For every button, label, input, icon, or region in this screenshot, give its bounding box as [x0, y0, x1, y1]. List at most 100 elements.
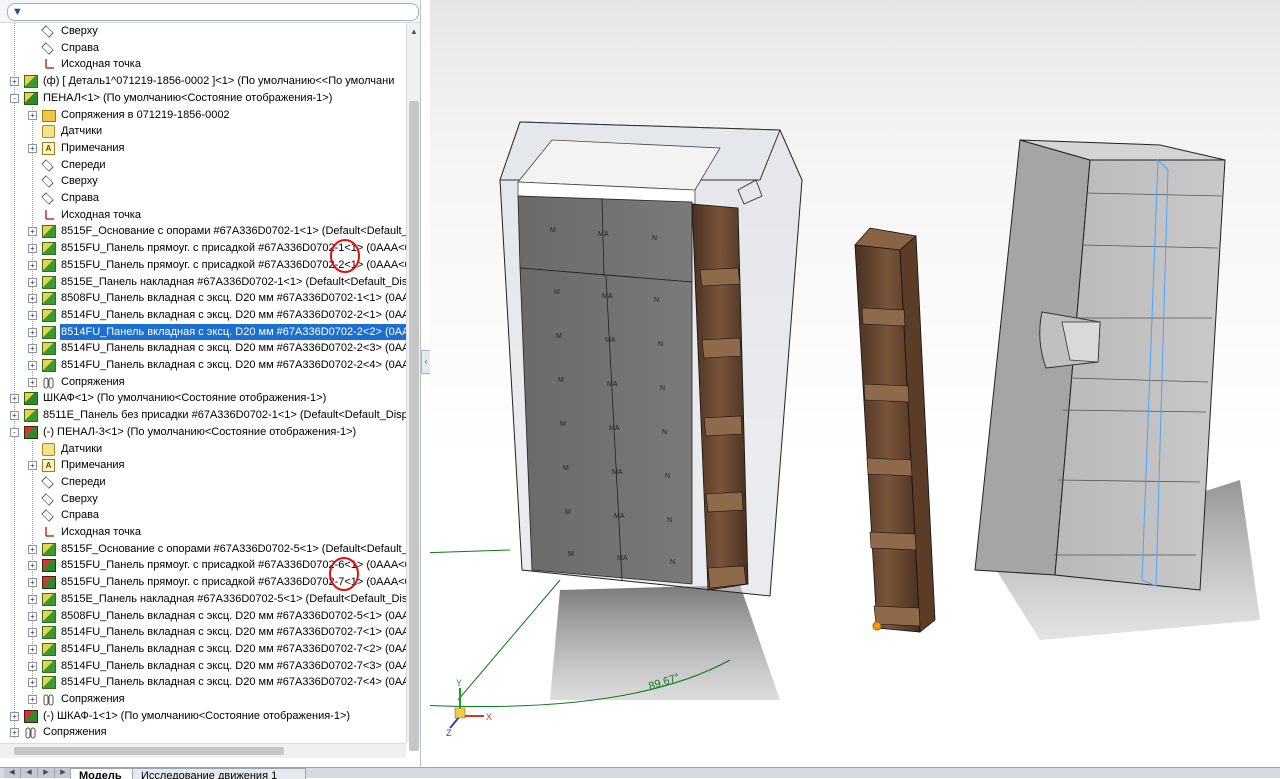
expand-icon[interactable]: +	[28, 260, 37, 270]
tree-node[interactable]: Спереди	[0, 157, 406, 174]
tree-vertical-scrollbar[interactable]: ▲	[406, 23, 420, 751]
expand-icon[interactable]: +	[28, 628, 37, 638]
tab-model[interactable]: Модель	[70, 768, 138, 779]
tree-node[interactable]: Исходная точка	[0, 207, 406, 224]
expand-icon[interactable]: +	[28, 310, 37, 320]
tree-node[interactable]: + A Примечания	[0, 140, 406, 157]
tree-node[interactable]: +8514FU_Панель вкладная с эксц. D20 мм #…	[0, 658, 406, 675]
tree-node[interactable]: + ШКАФ<1> (По умолчанию<Состояние отображ…	[0, 390, 406, 407]
expand-icon[interactable]: +	[28, 661, 37, 671]
tree-node[interactable]: +8514FU_Панель вкладная с эксц. D20 мм #…	[0, 357, 406, 374]
tree-horizontal-scrollbar[interactable]	[0, 743, 406, 758]
tree-node[interactable]: + A Примечания	[0, 457, 406, 474]
expand-icon[interactable]: +	[28, 461, 37, 471]
expand-icon[interactable]: +	[28, 277, 37, 287]
plane-icon	[41, 175, 54, 189]
tree-node[interactable]: +8515FU_Панель прямоуг. с присадкой #67A…	[0, 240, 406, 257]
tree-node[interactable]: Исходная точка	[0, 56, 406, 73]
expand-icon[interactable]: +	[10, 394, 19, 404]
shelf-column-part[interactable]	[854, 227, 936, 633]
tree-node[interactable]: +8514FU_Панель вкладная с эксц. D20 мм #…	[0, 641, 406, 658]
scroll-up-arrow-icon[interactable]: ▲	[409, 27, 419, 37]
tree-filter-input[interactable]: ▼	[7, 3, 419, 21]
tree-node[interactable]: + Сопряжения	[0, 691, 406, 708]
tree-node-label: (-) ШКАФ-1<1> (По умолчанию<Состояние от…	[43, 709, 351, 722]
tree-node[interactable]: +8515E_Панель накладная #67A336D0702-5<1…	[0, 591, 406, 608]
expand-icon[interactable]: +	[28, 611, 37, 621]
tree-node[interactable]: + Сопряжения в 071219-1856-0002	[0, 107, 406, 124]
collapse-icon[interactable]: -	[10, 93, 19, 103]
back-panel-part[interactable]	[974, 139, 1226, 591]
assembly-red-icon	[24, 425, 38, 439]
tree-node[interactable]: +8511E_Панель без присадки #67A336D0702-…	[0, 407, 406, 424]
tree-node[interactable]: Справа	[0, 40, 406, 57]
tree-node-label: Справа	[61, 41, 99, 54]
tree-node[interactable]: Справа	[0, 507, 406, 524]
tree-node[interactable]: Датчики	[0, 123, 406, 140]
tree-node[interactable]: Справа	[0, 190, 406, 207]
plane-icon	[41, 41, 54, 55]
expand-icon[interactable]: +	[28, 544, 37, 554]
expand-icon[interactable]: +	[28, 344, 37, 354]
tree-node[interactable]: - (-) ПЕНАЛ-3<1> (По умолчанию<Состояние …	[0, 424, 406, 441]
tree-node[interactable]: Исходная точка	[0, 524, 406, 541]
mates-icon	[24, 726, 36, 739]
expand-icon[interactable]: +	[28, 227, 37, 237]
cabinet-assembly[interactable]: M MA N M MA N M MA N M MA N M MA N M MA N M MA N M MA N	[499, 121, 803, 597]
assembly-icon	[24, 91, 38, 105]
tree-node[interactable]: + Сопряжения	[0, 724, 406, 741]
tree-node[interactable]: + (ф) [ Деталь1^071219-1856-0002 ]<1> (По…	[0, 73, 406, 90]
expand-icon[interactable]: +	[28, 644, 37, 654]
tab-motion-study[interactable]: Исследование движения 1	[132, 768, 306, 779]
tree-node[interactable]: + Сопряжения	[0, 374, 406, 391]
scroll-thumb[interactable]	[409, 101, 419, 751]
expand-icon[interactable]: +	[10, 77, 19, 87]
tree-node-label: 8514FU_Панель вкладная с эксц. D20 мм #6…	[61, 626, 406, 639]
tree-node-label: Спереди	[61, 158, 106, 171]
tree-node[interactable]: +8508FU_Панель вкладная с эксц. D20 мм #…	[0, 290, 406, 307]
tree-node[interactable]: + (-) ШКАФ-1<1> (По умолчанию<Состояние о…	[0, 708, 406, 725]
collapse-icon[interactable]: -	[10, 427, 19, 437]
tree-node[interactable]: +8515E_Панель накладная #67A336D0702-1<1…	[0, 274, 406, 291]
tree-node[interactable]: +8515F_Основание с опорами #67A336D0702-…	[0, 541, 406, 558]
origin-icon	[42, 208, 57, 222]
tree-node[interactable]: - ПЕНАЛ<1> (По умолчанию<Состояние отобра…	[0, 90, 406, 107]
tree-node[interactable]: +8514FU_Панель вкладная с эксц. D20 мм #…	[0, 307, 406, 324]
graphics-viewport[interactable]: 89.67° M MA N M MA N M MA N M MA N M MA N M MA N M MA…	[430, 0, 1280, 767]
part-icon-red	[42, 559, 56, 573]
tree-node[interactable]: Датчики	[0, 441, 406, 458]
expand-icon[interactable]: +	[28, 143, 37, 153]
expand-icon[interactable]: +	[10, 711, 19, 721]
expand-icon[interactable]: +	[28, 244, 37, 254]
expand-icon[interactable]: +	[28, 294, 37, 304]
expand-icon[interactable]: +	[28, 327, 37, 337]
tree-node[interactable]: Сверху	[0, 491, 406, 508]
tree-node[interactable]: +8515FU_Панель прямоуг. с присадкой #67A…	[0, 257, 406, 274]
expand-icon[interactable]: +	[28, 377, 37, 387]
filter-icon[interactable]: ▼	[12, 5, 32, 19]
expand-icon[interactable]: +	[10, 728, 19, 738]
expand-icon[interactable]: +	[28, 561, 37, 571]
tree-node[interactable]: +8508FU_Панель вкладная с эксц. D20 мм #…	[0, 608, 406, 625]
tree-node[interactable]: +8514FU_Панель вкладная с эксц. D20 мм #…	[0, 674, 406, 691]
expand-icon[interactable]: +	[28, 678, 37, 688]
scroll-thumb-horizontal[interactable]	[14, 747, 284, 755]
svg-text:MA: MA	[605, 337, 616, 344]
expand-icon[interactable]: +	[28, 578, 37, 588]
tree-node[interactable]: +8515FU_Панель прямоуг. с присадкой #67A…	[0, 574, 406, 591]
expand-icon[interactable]: +	[28, 110, 37, 120]
tree-node-label: Примечания	[61, 141, 125, 154]
expand-icon[interactable]: +	[28, 594, 37, 604]
tree-node[interactable]: Спереди	[0, 474, 406, 491]
tree-node[interactable]: +8515F_Основание с опорами #67A336D0702-…	[0, 223, 406, 240]
expand-icon[interactable]: +	[28, 361, 37, 370]
tree-node[interactable]: +8514FU_Панель вкладная с эксц. D20 мм #…	[0, 323, 406, 341]
tree-node[interactable]: +8514FU_Панель вкладная с эксц. D20 мм #…	[0, 340, 406, 357]
tree-node[interactable]: Сверху	[0, 23, 406, 40]
tree-node[interactable]: Сверху	[0, 173, 406, 190]
tree-node-label: 8515F_Основание с опорами #67A336D0702-1…	[61, 225, 406, 238]
tree-node[interactable]: +8515FU_Панель прямоуг. с присадкой #67A…	[0, 557, 406, 574]
expand-icon[interactable]: +	[28, 695, 37, 704]
tree-node[interactable]: +8514FU_Панель вкладная с эксц. D20 мм #…	[0, 624, 406, 641]
expand-icon[interactable]: +	[10, 411, 19, 421]
